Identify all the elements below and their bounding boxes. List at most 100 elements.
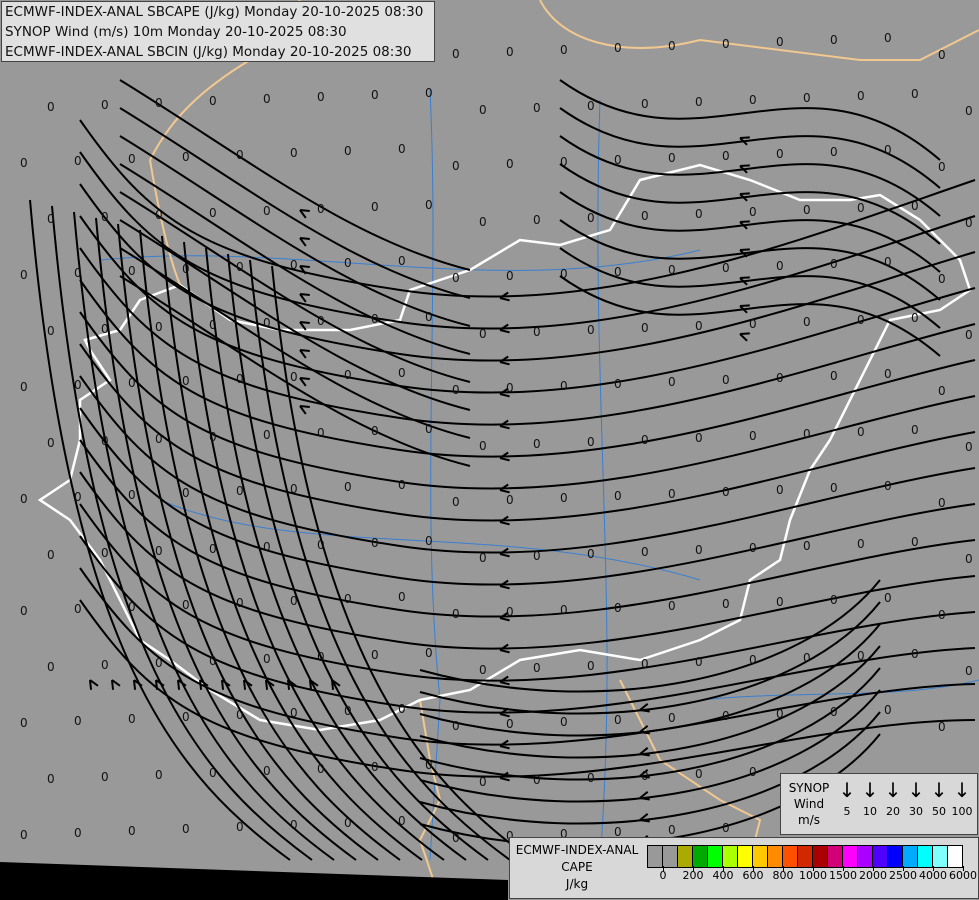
title-cape: ECMWF-INDEX-ANAL SBCAPE (J/kg) Monday 20… xyxy=(5,4,424,20)
cin-value-label: 0 xyxy=(695,543,703,557)
cin-value-label: 0 xyxy=(749,653,757,667)
cin-value-label: 0 xyxy=(830,369,838,383)
cin-value-label: 0 xyxy=(128,600,136,614)
streamline-arrow-icon xyxy=(739,192,750,202)
cin-value-label: 0 xyxy=(722,709,730,723)
cin-value-label: 0 xyxy=(344,256,352,270)
cin-value-label: 0 xyxy=(533,661,541,675)
cin-value-label: 0 xyxy=(884,367,892,381)
cin-value-label: 0 xyxy=(587,99,595,113)
cin-value-label: 0 xyxy=(803,315,811,329)
cin-value-label: 0 xyxy=(263,540,271,554)
wind-label: Wind xyxy=(793,797,825,811)
colorbar-swatch xyxy=(708,846,723,867)
cin-value-label: 0 xyxy=(506,269,514,283)
wind-speed-item: ↓ 10 xyxy=(858,778,882,822)
cin-value-label: 0 xyxy=(20,604,28,618)
wind-arrow-icon: ↓ xyxy=(953,778,971,802)
cin-value-label: 0 xyxy=(182,150,190,164)
cin-value-label: 0 xyxy=(857,537,865,551)
cin-value-label: 0 xyxy=(209,94,217,108)
cin-value-label: 0 xyxy=(722,597,730,611)
wind-arrow-icon: ↓ xyxy=(884,778,902,802)
cin-value-label: 0 xyxy=(20,828,28,842)
cin-value-label: 0 xyxy=(722,261,730,275)
cin-value-label: 0 xyxy=(74,154,82,168)
weather-map[interactable]: 0 0 0 0 0 0 0 0 0 0 0 0 0 0 0 0 0 0 0 0 0 0 0 0 0 0 0 0 0 0 0 0 0 0 0 0 0 0 0 0… xyxy=(0,0,979,900)
colorbar-swatch xyxy=(753,846,768,867)
cin-value-label: 0 xyxy=(74,378,82,392)
cin-value-label: 0 xyxy=(290,818,298,832)
cin-value-label: 0 xyxy=(533,213,541,227)
cin-value-label: 0 xyxy=(911,535,919,549)
cin-value-label: 0 xyxy=(479,551,487,565)
streamline-arrow-icon xyxy=(299,321,310,331)
cin-value-label: 0 xyxy=(128,152,136,166)
cin-value-label: 0 xyxy=(668,151,676,165)
colorbar-swatch xyxy=(903,846,918,867)
cin-value-label: 0 xyxy=(506,381,514,395)
colorbar-swatch xyxy=(768,846,783,867)
cin-value-label: 0 xyxy=(776,707,784,721)
cape-source-label: ECMWF-INDEX-ANAL xyxy=(515,843,639,857)
colorbar-swatch xyxy=(933,846,948,867)
cin-value-label: 0 xyxy=(965,216,973,230)
cin-value-label: 0 xyxy=(506,717,514,731)
cin-value-label: 0 xyxy=(47,548,55,562)
cin-value-label: 0 xyxy=(452,831,460,845)
unit-label: m/s xyxy=(798,813,820,827)
cin-value-label: 0 xyxy=(722,149,730,163)
cin-value-label: 0 xyxy=(614,265,622,279)
cin-value-label: 0 xyxy=(641,545,649,559)
wind-speed-value: 50 xyxy=(932,805,946,818)
wind-speed-value: 30 xyxy=(909,805,923,818)
cin-value-label: 0 xyxy=(479,103,487,117)
cin-value-label: 0 xyxy=(884,591,892,605)
cin-value-label: 0 xyxy=(965,440,973,454)
cin-value-label: 0 xyxy=(695,655,703,669)
cin-value-label: 0 xyxy=(722,37,730,51)
streamline-arrow-icon xyxy=(739,304,750,314)
map-canvas xyxy=(0,0,979,900)
cin-value-label: 0 xyxy=(452,383,460,397)
cin-value-label: 0 xyxy=(911,423,919,437)
streamline xyxy=(559,191,941,273)
cin-value-label: 0 xyxy=(938,496,946,510)
cape-label: CAPE xyxy=(561,860,593,874)
cin-value-label: 0 xyxy=(182,486,190,500)
cin-value-label: 0 xyxy=(263,428,271,442)
colorbar xyxy=(647,845,963,868)
colorbar-tick-label: 6000 xyxy=(943,866,979,882)
cin-value-label: 0 xyxy=(155,768,163,782)
cin-value-label: 0 xyxy=(155,432,163,446)
cin-value-label: 0 xyxy=(857,649,865,663)
cin-value-label: 0 xyxy=(506,157,514,171)
cin-value-label: 0 xyxy=(47,660,55,674)
cin-value-label: 0 xyxy=(425,86,433,100)
cin-value-label: 0 xyxy=(398,702,406,716)
cin-value-label: 0 xyxy=(587,211,595,225)
cin-value-label: 0 xyxy=(263,204,271,218)
cin-value-label: 0 xyxy=(695,95,703,109)
cin-value-label: 0 xyxy=(938,48,946,62)
cin-value-label: 0 xyxy=(182,374,190,388)
cin-value-label: 0 xyxy=(452,607,460,621)
streamline-arrow-icon xyxy=(299,293,310,303)
neighbor-border xyxy=(539,0,979,61)
cin-value-label: 0 xyxy=(344,704,352,718)
cin-value-label: 0 xyxy=(560,267,568,281)
wind-speed-item: ↓ 5 xyxy=(835,778,859,822)
colorbar-swatch xyxy=(678,846,693,867)
wind-arrow-icon: ↓ xyxy=(838,778,856,802)
cin-value-label: 0 xyxy=(506,493,514,507)
cin-value-label: 0 xyxy=(263,92,271,106)
cin-value-label: 0 xyxy=(101,434,109,448)
synop-wind-legend: SYNOP Wind m/s ↓ 5 ↓ 10 ↓ 20 ↓ 30 ↓ 50 ↓ 100 xyxy=(780,773,978,835)
cin-value-label: 0 xyxy=(155,544,163,558)
cin-value-label: 0 xyxy=(209,318,217,332)
cin-value-label: 0 xyxy=(317,90,325,104)
cin-value-label: 0 xyxy=(47,772,55,786)
cin-value-label: 0 xyxy=(560,155,568,169)
cin-value-label: 0 xyxy=(317,650,325,664)
cin-value-label: 0 xyxy=(47,212,55,226)
